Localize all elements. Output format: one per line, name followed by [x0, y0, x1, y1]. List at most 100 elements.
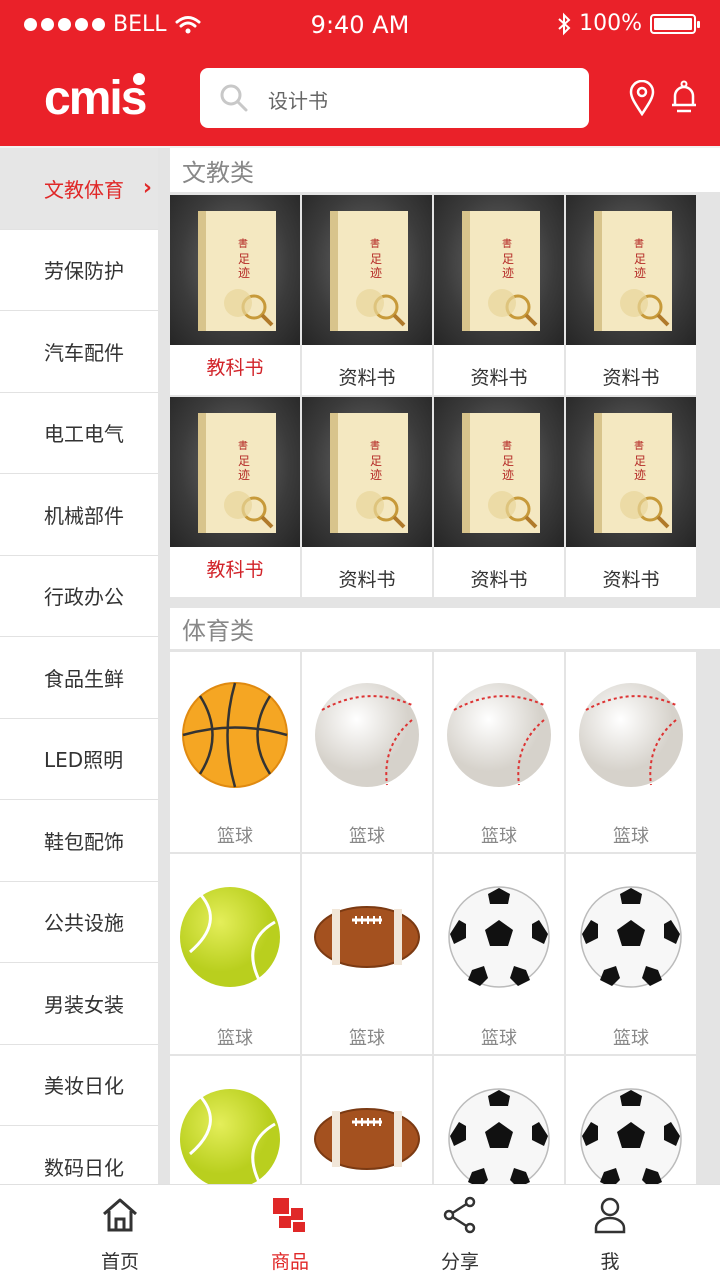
product-card[interactable]: 書足迹资料书 [302, 195, 432, 395]
battery-icon [650, 13, 700, 34]
soccer-ball-image [566, 1056, 696, 1184]
product-card[interactable]: 篮球 [302, 652, 432, 852]
sidebar-item[interactable]: 数码日化 [0, 1126, 158, 1184]
book-image: 書足迹 [170, 195, 300, 345]
svg-text:迹: 迹 [370, 468, 382, 482]
sidebar-item-label: 机械部件 [44, 503, 124, 528]
sidebar-item-label: 男装女装 [44, 992, 124, 1017]
sidebar-item-label: 劳保防护 [44, 259, 124, 284]
tab-label: 分享 [440, 1251, 479, 1273]
bell-icon[interactable] [670, 80, 698, 116]
location-pin-icon[interactable] [628, 80, 656, 116]
product-grid: 書足迹教科书書足迹资料书書足迹资料书書足迹资料书書足迹教科书書足迹资料书書足迹资… [170, 192, 696, 597]
product-card[interactable]: 書足迹资料书 [302, 397, 432, 597]
svg-text:足: 足 [238, 252, 250, 266]
svg-text:足: 足 [634, 454, 646, 468]
product-card[interactable]: 篮球 [170, 652, 300, 852]
sidebar-item[interactable]: 劳保防护 [0, 229, 158, 311]
sidebar-item-label: 汽车配件 [44, 340, 124, 365]
sidebar-item-label: 美妆日化 [44, 1074, 124, 1099]
baseball-image [434, 652, 564, 802]
product-card[interactable]: 篮球 [434, 652, 564, 852]
product-card[interactable]: 書足迹资料书 [434, 397, 564, 597]
product-label: 篮球 [481, 1028, 517, 1049]
product-card[interactable] [170, 1056, 300, 1184]
app-header: BELL 9:40 AM 100% cmis 设计书 [0, 0, 720, 146]
rugby-ball-image [302, 1056, 432, 1184]
book-image: 書足迹 [302, 397, 432, 547]
svg-text:迹: 迹 [634, 468, 646, 482]
tab-label: 我 [600, 1251, 620, 1273]
basketball-image [170, 652, 300, 802]
sidebar-item[interactable]: 行政办公 [0, 555, 158, 637]
tab-label: 首页 [100, 1251, 139, 1273]
svg-text:書: 書 [238, 237, 248, 250]
book-image: 書足迹 [566, 397, 696, 547]
svg-text:迹: 迹 [370, 266, 382, 280]
sidebar-item[interactable]: 文教体育 › [0, 148, 158, 230]
product-card[interactable] [566, 1056, 696, 1184]
search-bar[interactable]: 设计书 [200, 68, 589, 128]
product-card[interactable]: 篮球 [170, 854, 300, 1054]
product-card[interactable] [434, 1056, 564, 1184]
product-label: 资料书 [338, 367, 396, 389]
sidebar-item[interactable]: 鞋包配饰 [0, 800, 158, 882]
sidebar-item[interactable]: 美妆日化 [0, 1044, 158, 1126]
svg-text:迹: 迹 [238, 266, 250, 280]
sidebar-item-label: 公共设施 [44, 911, 124, 936]
bottom-tab-bar: 首页 商品 分享 我 [0, 1184, 720, 1280]
soccer-ball-image [566, 854, 696, 1004]
battery-percent: 100% [579, 11, 642, 36]
product-label: 资料书 [602, 569, 660, 591]
book-image: 書足迹 [434, 195, 564, 345]
svg-text:足: 足 [634, 252, 646, 266]
sidebar-item[interactable]: 电工电气 [0, 392, 158, 474]
product-card[interactable]: 篮球 [434, 854, 564, 1054]
tab-me[interactable]: 我 [550, 1185, 670, 1280]
sidebar-item[interactable]: 公共设施 [0, 881, 158, 963]
product-label: 篮球 [217, 826, 253, 847]
rugby-ball-image [302, 854, 432, 1004]
svg-text:書: 書 [502, 237, 512, 250]
svg-text:書: 書 [370, 439, 380, 452]
product-card[interactable]: 書足迹教科书 [170, 195, 300, 395]
svg-text:足: 足 [502, 252, 514, 266]
product-card[interactable]: 篮球 [566, 854, 696, 1054]
product-card[interactable]: 書足迹教科书 [170, 397, 300, 597]
sidebar-item[interactable]: 食品生鲜 [0, 637, 158, 719]
baseball-image [566, 652, 696, 802]
product-card[interactable] [302, 1056, 432, 1184]
section-title: 体育类 [170, 605, 720, 649]
tab-home[interactable]: 首页 [60, 1185, 180, 1280]
soccer-ball-image [434, 1056, 564, 1184]
book-image: 書足迹 [302, 195, 432, 345]
product-label: 篮球 [481, 826, 517, 847]
svg-text:足: 足 [502, 454, 514, 468]
product-label: 篮球 [217, 1028, 253, 1049]
svg-text:迹: 迹 [634, 266, 646, 280]
sidebar-item-label: 文教体育 [44, 177, 124, 202]
sidebar-item[interactable]: 机械部件 [0, 474, 158, 556]
tennis-ball-image [170, 1056, 300, 1184]
tab-share[interactable]: 分享 [400, 1185, 520, 1280]
tab-products[interactable]: 商品 [230, 1185, 350, 1280]
svg-text:書: 書 [370, 237, 380, 250]
sidebar-item[interactable]: 男装女装 [0, 963, 158, 1045]
sidebar-item[interactable]: 汽车配件 [0, 311, 158, 393]
product-label: 资料书 [470, 569, 528, 591]
product-card[interactable]: 篮球 [566, 652, 696, 852]
svg-text:足: 足 [238, 454, 250, 468]
svg-text:迹: 迹 [502, 468, 514, 482]
chevron-right-icon: › [142, 175, 152, 201]
product-card[interactable]: 書足迹资料书 [566, 195, 696, 395]
product-label: 资料书 [602, 367, 660, 389]
svg-text:書: 書 [238, 439, 248, 452]
svg-text:書: 書 [634, 237, 644, 250]
share-icon [443, 1196, 476, 1234]
sidebar-item[interactable]: LED照明 [0, 718, 158, 800]
product-card[interactable]: 書足迹资料书 [566, 397, 696, 597]
search-icon [220, 84, 248, 112]
product-card[interactable]: 書足迹资料书 [434, 195, 564, 395]
product-card[interactable]: 篮球 [302, 854, 432, 1054]
product-label: 教科书 [206, 559, 264, 581]
